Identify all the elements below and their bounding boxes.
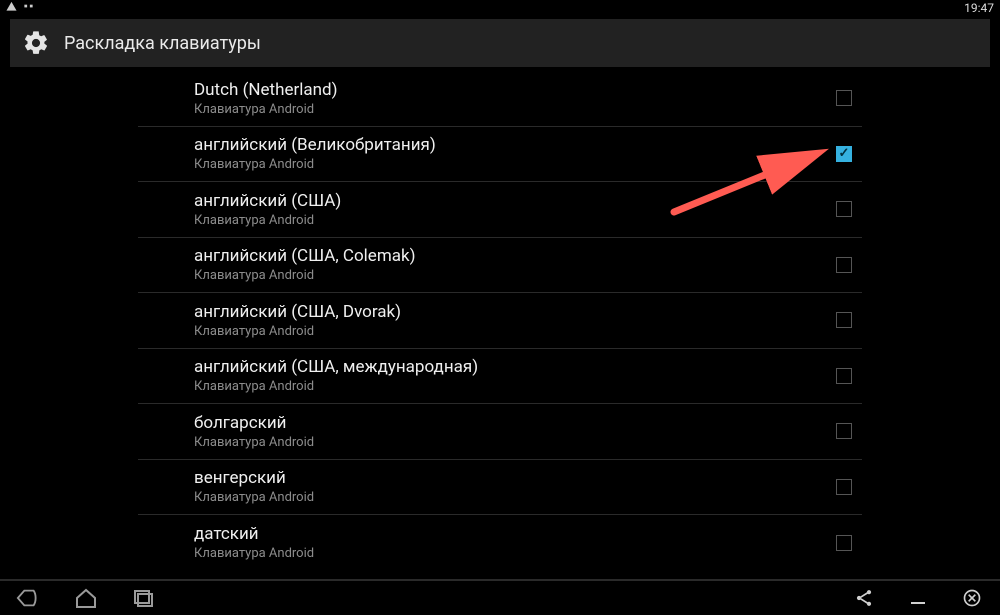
list-item-title: болгарский <box>194 413 314 434</box>
list-item-title: английский (Великобритания) <box>194 135 436 156</box>
app-indicator-icon <box>23 1 34 15</box>
list-item[interactable]: английский (США) Клавиатура Android ✓ <box>138 182 862 238</box>
recent-icon[interactable] <box>132 586 156 610</box>
status-bar: 19:47 <box>0 0 1000 16</box>
list-item-subtitle: Клавиатура Android <box>194 102 338 117</box>
list-item-subtitle: Клавиатура Android <box>194 324 401 339</box>
list-item-subtitle: Клавиатура Android <box>194 157 436 172</box>
list-item[interactable]: болгарский Клавиатура Android ✓ <box>138 404 862 460</box>
list-item-subtitle: Клавиатура Android <box>194 213 341 228</box>
list-item-subtitle: Клавиатура Android <box>194 546 314 561</box>
list-item[interactable]: английский (США, Colemak) Клавиатура And… <box>138 238 862 294</box>
share-icon[interactable] <box>852 586 876 610</box>
checkbox[interactable]: ✓ <box>836 257 852 273</box>
list-item-title: английский (США, Colemak) <box>194 246 416 267</box>
keyboard-layout-list: Dutch (Netherland) Клавиатура Android ✓ … <box>0 71 1000 571</box>
list-item[interactable]: английский (Великобритания) Клавиатура A… <box>138 127 862 183</box>
checkbox[interactable]: ✓ <box>836 146 852 162</box>
list-item[interactable]: венгерский Клавиатура Android ✓ <box>138 460 862 516</box>
list-item-title: английский (США, международная) <box>194 357 478 378</box>
page-title: Раскладка клавиатуры <box>64 33 261 54</box>
list-item-subtitle: Клавиатура Android <box>194 379 478 394</box>
list-item[interactable]: английский (США, Dvorak) Клавиатура Andr… <box>138 293 862 349</box>
close-icon[interactable] <box>960 586 984 610</box>
list-item-title: английский (США) <box>194 191 341 212</box>
navigation-bar <box>0 579 1000 615</box>
list-item-subtitle: Клавиатура Android <box>194 268 416 283</box>
warning-icon <box>6 1 17 15</box>
checkbox[interactable]: ✓ <box>836 90 852 106</box>
gear-icon <box>22 29 50 57</box>
list-item[interactable]: английский (США, международная) Клавиату… <box>138 349 862 405</box>
check-icon: ✓ <box>839 147 850 160</box>
checkbox[interactable]: ✓ <box>836 423 852 439</box>
checkbox[interactable]: ✓ <box>836 368 852 384</box>
list-item[interactable]: датский Клавиатура Android ✓ <box>138 515 862 571</box>
list-item-title: Dutch (Netherland) <box>194 80 338 101</box>
list-item-subtitle: Клавиатура Android <box>194 490 314 505</box>
list-item-title: венгерский <box>194 468 314 489</box>
home-icon[interactable] <box>74 586 98 610</box>
list-item-title: английский (США, Dvorak) <box>194 302 401 323</box>
minimize-icon[interactable] <box>906 586 930 610</box>
clock: 19:47 <box>964 1 994 15</box>
checkbox[interactable]: ✓ <box>836 535 852 551</box>
list-item-subtitle: Клавиатура Android <box>194 435 314 450</box>
page-header: Раскладка клавиатуры <box>10 19 990 67</box>
checkbox[interactable]: ✓ <box>836 201 852 217</box>
list-item[interactable]: Dutch (Netherland) Клавиатура Android ✓ <box>138 71 862 127</box>
checkbox[interactable]: ✓ <box>836 479 852 495</box>
back-icon[interactable] <box>16 586 40 610</box>
checkbox[interactable]: ✓ <box>836 312 852 328</box>
list-item-title: датский <box>194 524 314 545</box>
